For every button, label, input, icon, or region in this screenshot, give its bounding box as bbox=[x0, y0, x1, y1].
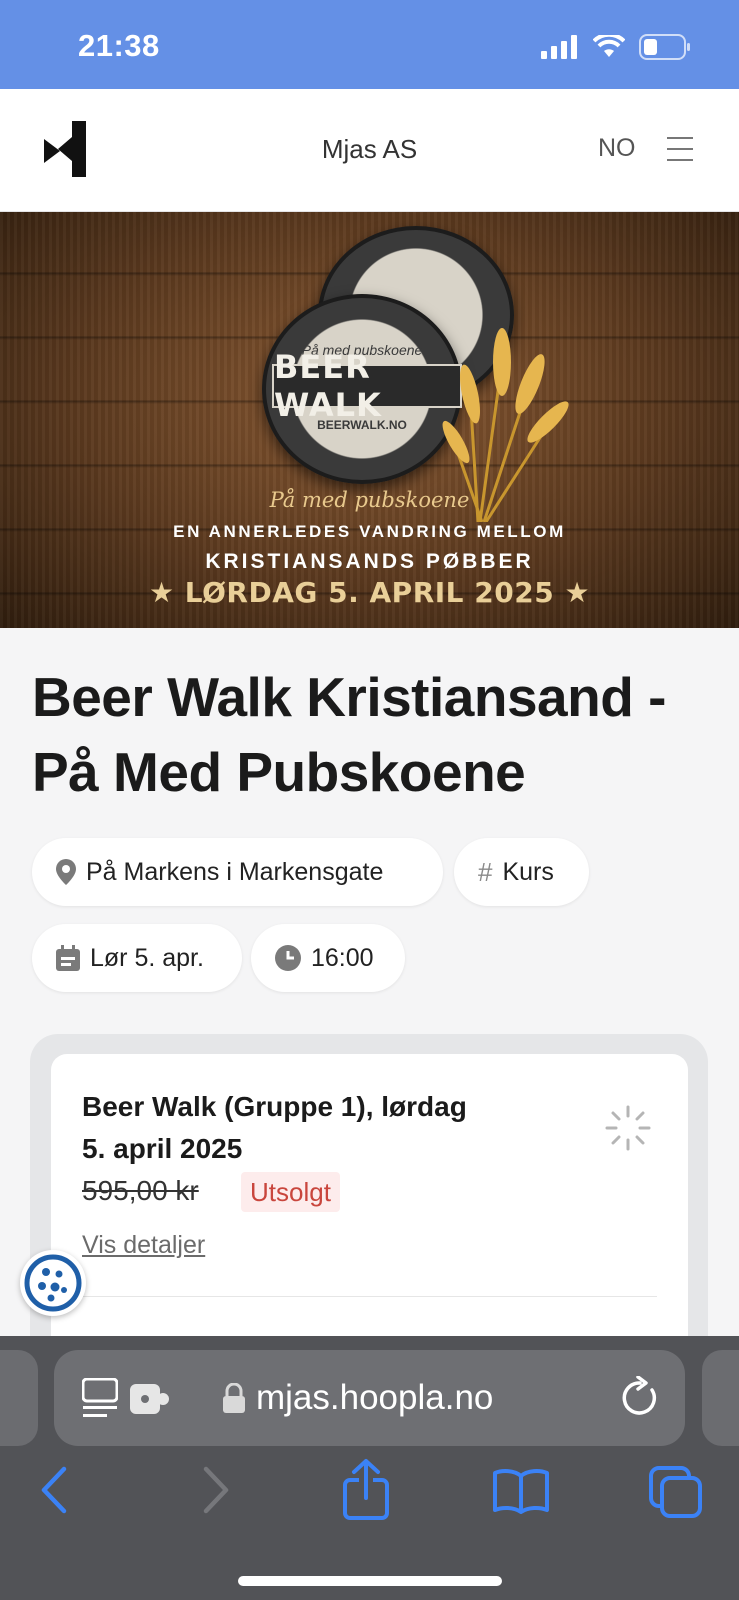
reload-icon[interactable] bbox=[620, 1376, 660, 1418]
share-icon[interactable] bbox=[342, 1458, 390, 1520]
location-pill[interactable]: På Markens i Markensgate bbox=[32, 838, 443, 906]
status-time: 21:38 bbox=[78, 28, 160, 63]
loading-spinner-icon bbox=[605, 1105, 651, 1151]
home-indicator bbox=[238, 1576, 502, 1586]
category-pill[interactable]: # Kurs bbox=[454, 838, 589, 906]
cookie-icon bbox=[24, 1254, 82, 1312]
time-label: 16:00 bbox=[311, 943, 374, 972]
cellular-signal-icon bbox=[541, 35, 577, 59]
page: 21:38 Mjas AS NO På med pubskoene BEER W… bbox=[0, 0, 739, 1600]
battery-icon bbox=[639, 34, 690, 60]
bookmarks-icon[interactable] bbox=[492, 1468, 550, 1514]
status-bar: 21:38 bbox=[0, 0, 739, 89]
reader-mode-icon[interactable] bbox=[82, 1378, 118, 1418]
date-pill[interactable]: Lør 5. apr. bbox=[32, 924, 242, 992]
wifi-icon bbox=[593, 35, 625, 57]
url-text[interactable]: mjas.hoopla.no bbox=[256, 1378, 493, 1418]
hashtag-icon: # bbox=[478, 856, 493, 887]
coaster-title: BEER WALK bbox=[272, 348, 462, 424]
status-icons bbox=[541, 34, 691, 60]
event-title: Beer Walk Kristiansand - På Med Pubskoen… bbox=[32, 666, 666, 803]
event-hero-image: På med pubskoene BEER WALK BEERWALK.NO P… bbox=[0, 212, 739, 628]
language-selector[interactable]: NO bbox=[598, 134, 636, 163]
coaster-url: BEERWALK.NO bbox=[317, 418, 407, 432]
extensions-icon[interactable] bbox=[130, 1384, 170, 1414]
tabs-overview-icon[interactable] bbox=[648, 1465, 704, 1519]
category-label: Kurs bbox=[502, 857, 554, 886]
time-pill[interactable]: 16:00 bbox=[251, 924, 405, 992]
hero-tagline-2: KRISTIANSANDS PØBBER bbox=[205, 550, 534, 573]
clock-icon bbox=[275, 945, 301, 971]
hero-tagline-1: EN ANNERLEDES VANDRING MELLOM bbox=[173, 522, 566, 541]
calendar-icon bbox=[56, 945, 80, 971]
ticket-divider bbox=[82, 1296, 657, 1297]
previous-tab-preview[interactable] bbox=[0, 1350, 38, 1446]
lock-icon bbox=[223, 1383, 245, 1413]
location-label: På Markens i Markensgate bbox=[86, 857, 384, 886]
view-details-link[interactable]: Vis detaljer bbox=[82, 1231, 205, 1260]
ticket-price: 595,00 kr bbox=[82, 1175, 199, 1206]
next-tab-preview[interactable] bbox=[702, 1350, 739, 1446]
back-icon[interactable] bbox=[38, 1465, 70, 1515]
cookie-settings-button[interactable] bbox=[20, 1250, 86, 1316]
hero-date-banner: ★ LØRDAG 5. APRIL 2025 ★ bbox=[148, 576, 591, 609]
hamburger-menu-icon[interactable] bbox=[667, 137, 693, 161]
sold-out-badge: Utsolgt bbox=[241, 1172, 340, 1212]
ticket-name: Beer Walk (Gruppe 1), lørdag 5. april 20… bbox=[82, 1091, 467, 1164]
hero-script-text: På med pubskoene bbox=[269, 488, 470, 512]
forward-icon[interactable] bbox=[200, 1465, 232, 1515]
site-header: Mjas AS NO bbox=[0, 89, 739, 212]
map-pin-icon bbox=[56, 859, 76, 885]
date-label: Lør 5. apr. bbox=[90, 943, 204, 972]
